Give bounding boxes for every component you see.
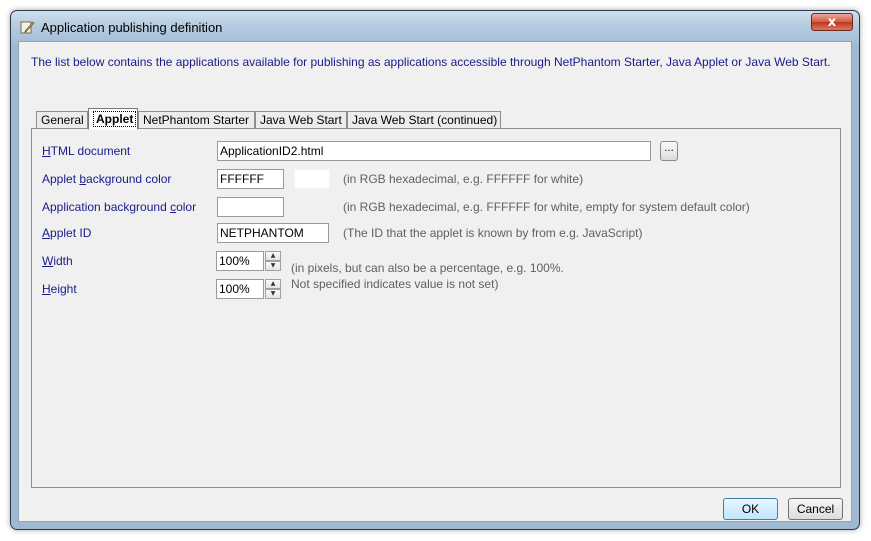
applet-bg-color-label: Applet background color [42, 172, 172, 186]
cancel-button[interactable]: Cancel [788, 498, 843, 520]
html-document-label: HTML document [42, 144, 131, 158]
width-label: Width [42, 254, 73, 268]
size-hint-line-2: Not specified indicates value is not set… [291, 277, 499, 291]
applet-tab-panel: HTML document ApplicationID2.html ... Ap… [31, 128, 841, 488]
dialog-window: Application publishing definition x The … [10, 10, 860, 530]
title-bar[interactable]: Application publishing definition x [11, 11, 859, 41]
size-hint-line-1: (in pixels, but can also be a percentage… [291, 261, 564, 275]
applet-bg-color-hint: (in RGB hexadecimal, e.g. FFFFFF for whi… [343, 172, 584, 186]
applet-id-field[interactable]: NETPHANTOM [217, 223, 329, 243]
width-spin-down-button[interactable]: ▼ [265, 261, 281, 271]
height-field[interactable]: 100% [216, 279, 264, 299]
tab-java-web-start[interactable]: Java Web Start [255, 111, 347, 129]
height-spin-up-button[interactable]: ▲ [265, 279, 281, 289]
html-document-field[interactable]: ApplicationID2.html [217, 141, 651, 161]
app-bg-color-field[interactable] [217, 197, 284, 217]
height-label: Height [42, 282, 77, 296]
width-field[interactable]: 100% [216, 251, 264, 271]
width-spin-up-button[interactable]: ▲ [265, 251, 281, 261]
tab-java-web-start-continued[interactable]: Java Web Start (continued) [347, 111, 501, 129]
close-icon: x [827, 15, 837, 30]
close-button[interactable]: x [811, 13, 853, 31]
app-bg-color-label: Application background color [42, 200, 197, 214]
ok-button[interactable]: OK [723, 498, 778, 520]
tab-label: Java Web Start [260, 113, 342, 127]
tab-label: Java Web Start (continued) [352, 113, 498, 127]
description-text: The list below contains the applications… [31, 55, 831, 69]
applet-id-label: Applet ID [42, 226, 92, 240]
width-spinner: ▲ ▼ [265, 251, 282, 271]
tab-label: General [41, 113, 84, 127]
applet-bg-color-swatch [294, 169, 330, 189]
tab-netphantom-starter[interactable]: NetPhantom Starter [138, 111, 255, 129]
applet-bg-color-field[interactable]: FFFFFF [217, 169, 284, 189]
height-spinner: ▲ ▼ [265, 279, 282, 299]
tab-label: Applet [93, 111, 137, 127]
height-spin-down-button[interactable]: ▼ [265, 289, 281, 299]
tab-general[interactable]: General [36, 111, 88, 129]
window-title: Application publishing definition [41, 20, 223, 35]
browse-button[interactable]: ... [660, 141, 678, 161]
app-icon [20, 21, 35, 34]
applet-id-hint: (The ID that the applet is known by from… [343, 226, 643, 240]
dialog-client-area: The list below contains the applications… [18, 41, 852, 522]
app-bg-color-hint: (in RGB hexadecimal, e.g. FFFFFF for whi… [343, 200, 750, 214]
tab-applet[interactable]: Applet [88, 108, 138, 130]
tab-label: NetPhantom Starter [143, 113, 250, 127]
